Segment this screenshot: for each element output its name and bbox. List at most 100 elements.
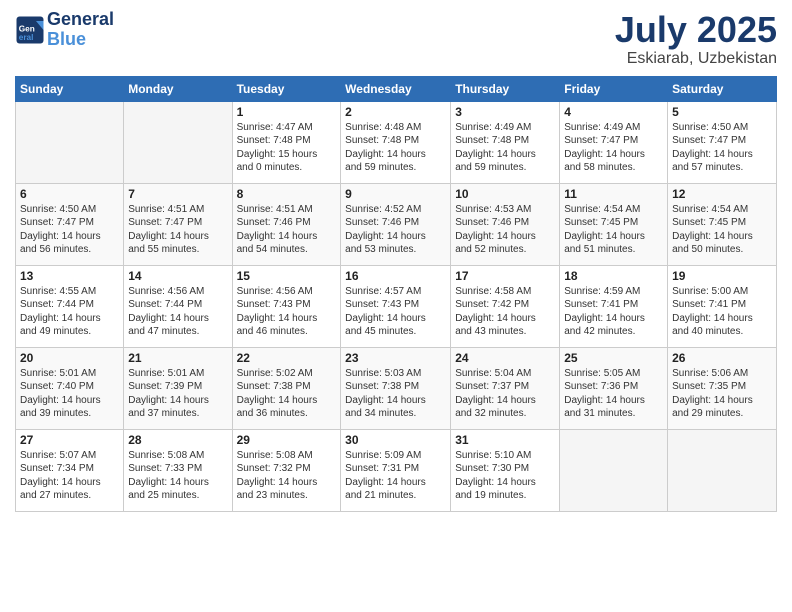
- calendar-header-row: SundayMondayTuesdayWednesdayThursdayFrid…: [16, 76, 777, 101]
- day-info: Sunrise: 4:49 AM Sunset: 7:47 PM Dayligh…: [564, 121, 663, 175]
- day-info: Sunrise: 5:07 AM Sunset: 7:34 PM Dayligh…: [20, 449, 119, 503]
- calendar-cell: 18 Sunrise: 4:59 AM Sunset: 7:41 PM Dayli…: [560, 265, 668, 347]
- day-info: Sunrise: 4:49 AM Sunset: 7:48 PM Dayligh…: [455, 121, 555, 175]
- month-title: July 2025: [615, 10, 777, 50]
- day-header-tuesday: Tuesday: [232, 76, 341, 101]
- day-info: Sunrise: 5:03 AM Sunset: 7:38 PM Dayligh…: [345, 367, 446, 421]
- calendar-cell: 16 Sunrise: 4:57 AM Sunset: 7:43 PM Dayli…: [341, 265, 451, 347]
- title-block: July 2025 Eskiarab, Uzbekistan: [615, 10, 777, 68]
- calendar-week-4: 20Sunrise: 5:01 AM Sunset: 7:40 PM Dayli…: [16, 347, 777, 429]
- day-info: Sunrise: 4:51 AM Sunset: 7:46 PM Dayligh…: [237, 203, 337, 257]
- calendar-cell: 8 Sunrise: 4:51 AM Sunset: 7:46 PM Daylig…: [232, 183, 341, 265]
- calendar-cell: 30 Sunrise: 5:09 AM Sunset: 7:31 PM Dayli…: [341, 429, 451, 511]
- day-info: Sunrise: 4:56 AM Sunset: 7:43 PM Dayligh…: [237, 285, 337, 339]
- day-info: Sunrise: 5:04 AM Sunset: 7:37 PM Dayligh…: [455, 367, 555, 421]
- day-number: 13: [20, 269, 119, 283]
- calendar-cell: 27 Sunrise: 5:07 AM Sunset: 7:34 PM Dayli…: [16, 429, 124, 511]
- day-number: 26: [672, 351, 772, 365]
- calendar-cell: 15Sunrise: 4:56 AM Sunset: 7:43 PM Dayli…: [232, 265, 341, 347]
- day-info: Sunrise: 5:06 AM Sunset: 7:35 PM Dayligh…: [672, 367, 772, 421]
- calendar-cell: 19 Sunrise: 5:00 AM Sunset: 7:41 PM Dayli…: [668, 265, 777, 347]
- page-container: Gen eral General Blue July 2025 Eskiarab…: [0, 0, 792, 612]
- calendar-cell: 28 Sunrise: 5:08 AM Sunset: 7:33 PM Dayli…: [124, 429, 232, 511]
- day-info: Sunrise: 4:54 AM Sunset: 7:45 PM Dayligh…: [564, 203, 663, 257]
- day-info: Sunrise: 4:58 AM Sunset: 7:42 PM Dayligh…: [455, 285, 555, 339]
- calendar-table: SundayMondayTuesdayWednesdayThursdayFrid…: [15, 76, 777, 512]
- day-number: 4: [564, 105, 663, 119]
- day-number: 10: [455, 187, 555, 201]
- day-number: 23: [345, 351, 446, 365]
- day-info: Sunrise: 4:48 AM Sunset: 7:48 PM Dayligh…: [345, 121, 446, 175]
- day-header-friday: Friday: [560, 76, 668, 101]
- location-title: Eskiarab, Uzbekistan: [615, 50, 777, 68]
- calendar-cell: 14 Sunrise: 4:56 AM Sunset: 7:44 PM Dayli…: [124, 265, 232, 347]
- calendar-cell: 24 Sunrise: 5:04 AM Sunset: 7:37 PM Dayli…: [451, 347, 560, 429]
- calendar-cell: 31Sunrise: 5:10 AM Sunset: 7:30 PM Dayli…: [451, 429, 560, 511]
- day-info: Sunrise: 5:00 AM Sunset: 7:41 PM Dayligh…: [672, 285, 772, 339]
- calendar-cell: 2 Sunrise: 4:48 AM Sunset: 7:48 PM Daylig…: [341, 101, 451, 183]
- calendar-cell: 20Sunrise: 5:01 AM Sunset: 7:40 PM Dayli…: [16, 347, 124, 429]
- logo-icon: Gen eral: [15, 15, 45, 45]
- day-info: Sunrise: 4:47 AM Sunset: 7:48 PM Dayligh…: [237, 121, 337, 175]
- calendar-cell: 13 Sunrise: 4:55 AM Sunset: 7:44 PM Dayli…: [16, 265, 124, 347]
- day-info: Sunrise: 5:05 AM Sunset: 7:36 PM Dayligh…: [564, 367, 663, 421]
- day-number: 28: [128, 433, 227, 447]
- calendar-cell: 4 Sunrise: 4:49 AM Sunset: 7:47 PM Daylig…: [560, 101, 668, 183]
- day-header-sunday: Sunday: [16, 76, 124, 101]
- day-number: 31: [455, 433, 555, 447]
- day-info: Sunrise: 4:54 AM Sunset: 7:45 PM Dayligh…: [672, 203, 772, 257]
- day-number: 21: [128, 351, 227, 365]
- day-number: 7: [128, 187, 227, 201]
- day-info: Sunrise: 4:50 AM Sunset: 7:47 PM Dayligh…: [20, 203, 119, 257]
- calendar-cell: 10Sunrise: 4:53 AM Sunset: 7:46 PM Dayli…: [451, 183, 560, 265]
- day-number: 14: [128, 269, 227, 283]
- day-info: Sunrise: 4:56 AM Sunset: 7:44 PM Dayligh…: [128, 285, 227, 339]
- day-info: Sunrise: 5:02 AM Sunset: 7:38 PM Dayligh…: [237, 367, 337, 421]
- day-number: 11: [564, 187, 663, 201]
- day-info: Sunrise: 4:52 AM Sunset: 7:46 PM Dayligh…: [345, 203, 446, 257]
- svg-text:eral: eral: [19, 33, 34, 42]
- calendar-week-3: 13 Sunrise: 4:55 AM Sunset: 7:44 PM Dayli…: [16, 265, 777, 347]
- day-header-wednesday: Wednesday: [341, 76, 451, 101]
- calendar-cell: 9 Sunrise: 4:52 AM Sunset: 7:46 PM Daylig…: [341, 183, 451, 265]
- day-info: Sunrise: 5:08 AM Sunset: 7:32 PM Dayligh…: [237, 449, 337, 503]
- day-number: 12: [672, 187, 772, 201]
- calendar-cell: 22Sunrise: 5:02 AM Sunset: 7:38 PM Dayli…: [232, 347, 341, 429]
- calendar-cell: 17Sunrise: 4:58 AM Sunset: 7:42 PM Dayli…: [451, 265, 560, 347]
- day-number: 6: [20, 187, 119, 201]
- day-info: Sunrise: 5:09 AM Sunset: 7:31 PM Dayligh…: [345, 449, 446, 503]
- calendar-cell: 23 Sunrise: 5:03 AM Sunset: 7:38 PM Dayli…: [341, 347, 451, 429]
- header: Gen eral General Blue July 2025 Eskiarab…: [15, 10, 777, 68]
- day-number: 29: [237, 433, 337, 447]
- day-info: Sunrise: 5:08 AM Sunset: 7:33 PM Dayligh…: [128, 449, 227, 503]
- day-number: 24: [455, 351, 555, 365]
- day-number: 18: [564, 269, 663, 283]
- day-number: 30: [345, 433, 446, 447]
- calendar-cell: 26 Sunrise: 5:06 AM Sunset: 7:35 PM Dayli…: [668, 347, 777, 429]
- day-number: 8: [237, 187, 337, 201]
- day-number: 5: [672, 105, 772, 119]
- logo: Gen eral General Blue: [15, 10, 114, 50]
- calendar-cell: 7 Sunrise: 4:51 AM Sunset: 7:47 PM Daylig…: [124, 183, 232, 265]
- calendar-cell: 11 Sunrise: 4:54 AM Sunset: 7:45 PM Dayli…: [560, 183, 668, 265]
- day-info: Sunrise: 5:01 AM Sunset: 7:39 PM Dayligh…: [128, 367, 227, 421]
- day-header-saturday: Saturday: [668, 76, 777, 101]
- calendar-cell: 1Sunrise: 4:47 AM Sunset: 7:48 PM Daylig…: [232, 101, 341, 183]
- day-info: Sunrise: 4:59 AM Sunset: 7:41 PM Dayligh…: [564, 285, 663, 339]
- calendar-cell: 6 Sunrise: 4:50 AM Sunset: 7:47 PM Daylig…: [16, 183, 124, 265]
- calendar-cell: 29 Sunrise: 5:08 AM Sunset: 7:32 PM Dayli…: [232, 429, 341, 511]
- day-info: Sunrise: 4:55 AM Sunset: 7:44 PM Dayligh…: [20, 285, 119, 339]
- day-number: 2: [345, 105, 446, 119]
- day-number: 19: [672, 269, 772, 283]
- calendar-cell: [668, 429, 777, 511]
- calendar-cell: [560, 429, 668, 511]
- day-number: 16: [345, 269, 446, 283]
- day-number: 20: [20, 351, 119, 365]
- day-info: Sunrise: 4:57 AM Sunset: 7:43 PM Dayligh…: [345, 285, 446, 339]
- day-header-thursday: Thursday: [451, 76, 560, 101]
- logo-text: General Blue: [47, 10, 114, 50]
- day-number: 9: [345, 187, 446, 201]
- day-header-monday: Monday: [124, 76, 232, 101]
- day-number: 27: [20, 433, 119, 447]
- day-info: Sunrise: 4:51 AM Sunset: 7:47 PM Dayligh…: [128, 203, 227, 257]
